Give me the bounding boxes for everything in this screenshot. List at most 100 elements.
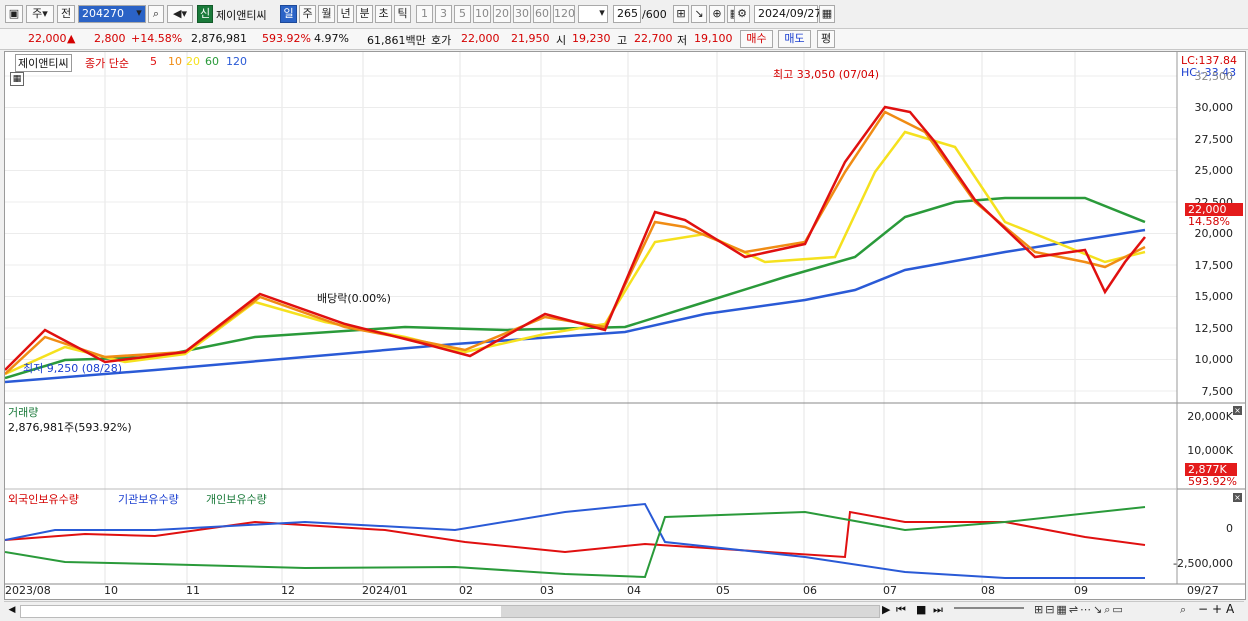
volume-panel-close-icon[interactable]: × [1233,406,1242,415]
period-year[interactable]: 년 [337,5,354,23]
volume-value: 2,876,981 [191,32,247,45]
x-label-11: 11 [186,584,200,597]
holder-tick-0: 0 [1226,522,1233,535]
period-tick[interactable]: 틱 [394,5,411,23]
jump-end-icon[interactable]: ⏭ [933,603,943,617]
zoom-out-icon[interactable]: ⌕ [1180,603,1186,617]
x-label-08: 08 [981,584,995,597]
period-second[interactable]: 초 [375,5,392,23]
x-label-05: 05 [716,584,730,597]
sell-button[interactable]: 매도 [778,30,811,48]
interval-20[interactable]: 20 [493,5,511,23]
period-day[interactable]: 일 [280,5,297,23]
y-tick-17500: 17,500 [1194,259,1234,272]
top-toolbar: ▣ 주▾ 전 204270 ▾ ⌕ ◀▾ 신 제이앤티씨 일 주 월 년 분 초… [0,0,1248,29]
ma-legend-prefix: 종가 단순 [85,57,129,70]
y-tick-20000: 20,000 [1194,227,1234,240]
interval-30[interactable]: 30 [513,5,531,23]
dividend-annotation: 배당락(0.00%) [317,292,391,305]
prev-button[interactable]: 전 [57,5,75,23]
jump-start-icon[interactable]: ⏮ [896,603,906,617]
x-label-10: 10 [104,584,118,597]
window-menu-icon[interactable]: ▣ [5,5,23,23]
vol-tick-20000k: 20,000K [1187,410,1233,423]
up-arrow-icon: ▲ [67,32,76,45]
panel-grid-icon[interactable]: ▦ [10,72,24,86]
x-label-04: 04 [627,584,641,597]
x-label-09: 09 [1074,584,1088,597]
stop-icon[interactable]: ■ [916,603,926,616]
x-label-2024-01: 2024/01 [362,584,408,597]
ma-legend-10: 10 [168,55,182,68]
font-size-icon[interactable]: A [1226,602,1234,616]
scroll-left-icon[interactable]: ◀ [6,604,18,616]
individual-holding-line [5,506,1146,579]
y-tick-7500: 7,500 [1201,385,1234,398]
x-label-12: 12 [281,584,295,597]
chart-canvas[interactable] [5,52,1245,599]
high-label: 고 [617,34,628,47]
holder-panel-close-icon[interactable]: × [1233,493,1242,502]
interval-10[interactable]: 10 [473,5,491,23]
custom-interval-dropdown-icon[interactable]: ▾ [596,5,608,23]
buy-button[interactable]: 매수 [740,30,773,48]
y-tick-10000: 10,000 [1194,353,1234,366]
settings-gear-icon[interactable]: ⚙ [734,5,750,23]
y-tick-30000: 30,000 [1194,101,1234,114]
high-annotation: 최고 33,050 (07/04) [773,68,880,81]
last-pct-tag: 14.58% [1188,215,1230,228]
plus-icon[interactable]: + [1212,602,1222,616]
period-month[interactable]: 월 [318,5,335,23]
count-input[interactable]: 265 [613,5,641,23]
ma-60-line [5,196,1146,380]
open-label: 시 [556,34,567,47]
price-change: 2,800 [94,32,126,45]
low-label: 저 [677,34,688,47]
market-select[interactable]: 주▾ [26,5,54,23]
scroll-right-icon[interactable]: ▶ [882,603,890,616]
y-tick-15000: 15,000 [1194,290,1234,303]
market-label: 주 [32,7,43,20]
interval-5[interactable]: 5 [454,5,471,23]
calendar-icon[interactable]: ▦ [819,5,835,23]
volume-panel-value: 2,876,981주(593.92%) [8,421,132,434]
x-axis: 2023/08 10 11 12 2024/01 02 03 04 05 06 … [4,583,1244,599]
chart-area[interactable]: 제이앤티씨 종가 단순 5 10 20 60 120 ▦ 최고 33,050 (… [4,51,1246,600]
high-price: 22,700 [634,32,673,45]
code-dropdown-icon[interactable]: ▾ [132,5,146,23]
quote-bar: 22,000 ▲ 2,800 +14.58% 2,876,981 593.92%… [0,29,1248,50]
horizontal-scrollbar[interactable] [20,605,880,618]
low-price: 19,100 [694,32,733,45]
draw-tool-icon[interactable]: ↘ [691,5,707,23]
volume-ratio: 593.92% [262,32,311,45]
stock-name: 제이앤티씨 [216,9,267,22]
stock-name-tag: 제이앤티씨 [15,54,72,72]
individual-holding-legend: 개인보유수량 [206,493,267,506]
zoom-icon[interactable]: ⊞ [673,5,689,23]
x-label-2023-08: 2023/08 [5,584,51,597]
interval-3[interactable]: 3 [435,5,452,23]
period-week[interactable]: 주 [299,5,316,23]
tool-icons[interactable]: ⊞⊟▦⇌⋯↘⌕▭ [1034,603,1125,617]
turnover-pct: 4.97% [314,32,349,45]
interval-120[interactable]: 120 [553,5,575,23]
foreign-holding-legend: 외국인보유수량 [8,493,79,506]
search-icon[interactable]: ⌕ [148,5,164,23]
date-input[interactable]: 2024/09/27 [754,5,821,23]
ma-legend-20: 20 [186,55,200,68]
interval-60[interactable]: 60 [533,5,551,23]
scrollbar-thumb[interactable] [501,606,879,617]
evaluate-button[interactable]: 평 [817,30,835,48]
bid-price-2: 21,950 [511,32,550,45]
interval-1[interactable]: 1 [416,5,433,23]
minus-icon[interactable]: − [1198,602,1208,616]
crosshair-icon[interactable]: ⊕ [709,5,725,23]
y-tick-32500: 32,500 [1194,70,1234,83]
period-minute[interactable]: 분 [356,5,373,23]
speaker-icon[interactable]: ◀▾ [167,5,193,23]
institution-holding-legend: 기관보유수량 [118,493,179,506]
zoom-slider[interactable] [954,607,1024,609]
y-tick-27500: 27,500 [1194,133,1234,146]
bid-label: 호가 [431,34,452,47]
current-price: 22,000 [28,32,67,45]
